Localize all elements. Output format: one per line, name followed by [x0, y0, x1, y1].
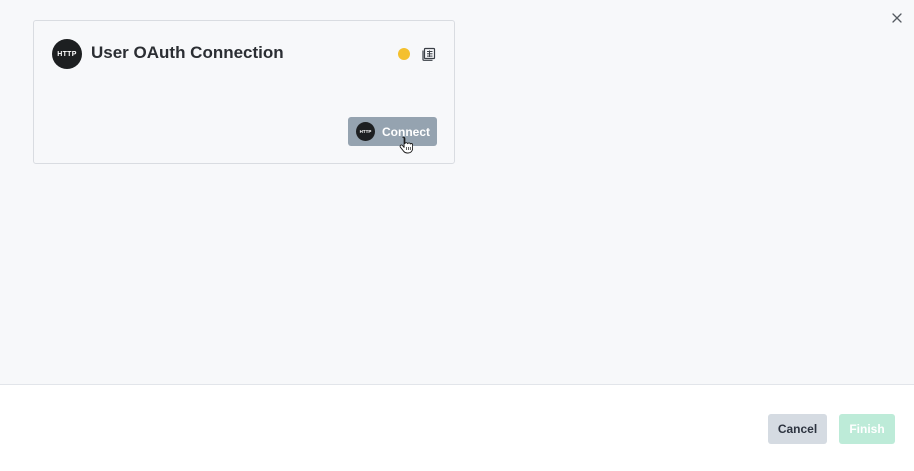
close-icon — [892, 13, 902, 23]
status-indicator — [398, 48, 410, 60]
card-title: User OAuth Connection — [91, 43, 284, 62]
http-logo-small: HTTP — [356, 122, 375, 141]
close-button[interactable] — [890, 11, 904, 25]
finish-button[interactable]: Finish — [839, 414, 895, 444]
modal-body: HTTP User OAuth Connection HTTP Connect — [0, 0, 914, 385]
details-button[interactable] — [422, 47, 436, 61]
http-logo: HTTP — [52, 39, 82, 69]
cancel-button[interactable]: Cancel — [768, 414, 827, 444]
table-icon — [422, 47, 436, 61]
http-logo-text: HTTP — [57, 50, 77, 58]
http-logo-small-text: HTTP — [359, 129, 372, 134]
connection-card: HTTP User OAuth Connection HTTP Connect — [33, 20, 455, 164]
connect-button[interactable]: HTTP Connect — [348, 117, 437, 146]
connect-label: Connect — [382, 124, 430, 139]
